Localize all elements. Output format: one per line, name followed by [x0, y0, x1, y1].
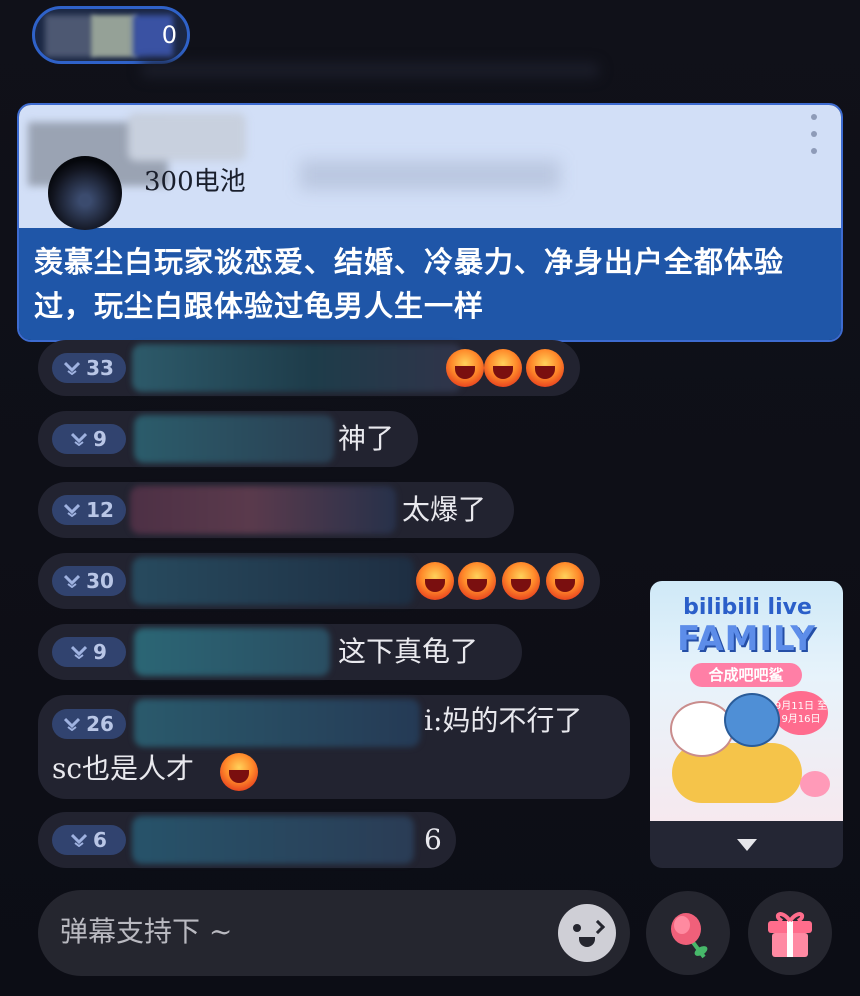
- promo-subtitle: 合成吧吧鲨: [690, 663, 802, 687]
- blurred-avatar: [45, 15, 95, 57]
- blurred-username: [132, 344, 462, 392]
- danmaku-row[interactable]: 6 6: [38, 812, 456, 868]
- promo-title: bilibili live: [683, 595, 812, 620]
- blurred-username: [130, 486, 396, 534]
- danmaku-input-placeholder: 弹幕支持下 ~: [60, 915, 233, 948]
- danmaku-row[interactable]: 33: [38, 340, 580, 396]
- blurred-username: [134, 415, 334, 463]
- danmaku-row[interactable]: 12 太爆了: [38, 482, 514, 538]
- danmaku-text-line2: sc也是人才: [52, 752, 195, 785]
- danmaku-row[interactable]: 26 i:妈的不行了 sc也是人才: [38, 695, 630, 799]
- fan-medal-level: 6: [93, 828, 107, 852]
- gift-box-button[interactable]: [748, 891, 832, 975]
- avatar-image: [48, 156, 122, 230]
- faded-chat-line: [140, 62, 600, 78]
- danmaku-row[interactable]: 30: [38, 553, 600, 609]
- fan-medal-level: 33: [86, 356, 114, 380]
- laughing-emoji-icon: [526, 349, 564, 387]
- fan-medal-chevron-icon: [64, 361, 81, 375]
- superchat-message: 羡慕尘白玩家谈恋爱、结婚、冷暴力、净身出户全都体验过，玩尘白跟体验过龟男人生一样: [34, 245, 785, 323]
- fan-medal-level: 9: [93, 640, 107, 664]
- fan-medal-chevron-icon: [64, 717, 81, 731]
- superchat-avatar[interactable]: [28, 122, 168, 230]
- danmaku-text: i:妈的不行了: [424, 704, 583, 737]
- danmaku-input[interactable]: 弹幕支持下 ~: [38, 890, 630, 976]
- top-user-tail-text: 0: [161, 21, 177, 49]
- blurred-username: [132, 557, 414, 605]
- rose-gift-icon: [671, 913, 708, 959]
- live-chat-screen: 0 300电池 羡慕尘白玩家谈恋爱、结婚、冷暴力、净身出户全都体验过，玩尘白跟体…: [0, 0, 860, 996]
- danmaku-row[interactable]: 9 这下真龟了: [38, 624, 522, 680]
- fan-medal-badge: 12: [52, 495, 126, 525]
- chevron-down-icon: [736, 838, 757, 851]
- blurred-username: [134, 628, 330, 676]
- promo-banner[interactable]: bilibili live FAMILY 合成吧吧鲨 9月11日 至9月16日: [650, 581, 843, 868]
- blurred-username: [134, 699, 420, 747]
- fan-medal-badge: 9: [52, 637, 126, 667]
- laughing-emoji-icon: [546, 562, 584, 600]
- fan-medal-level: 30: [86, 569, 114, 593]
- laughing-emoji-icon: [416, 562, 454, 600]
- fan-medal-level: 26: [86, 712, 114, 736]
- fan-medal-badge: 26: [52, 709, 126, 739]
- superchat-price: 300电池: [144, 167, 246, 197]
- rose-gift-button[interactable]: [646, 891, 730, 975]
- danmaku-text: 这下真龟了: [338, 635, 479, 668]
- laughing-emoji-icon: [502, 562, 540, 600]
- fan-medal-chevron-icon: [64, 503, 81, 517]
- blurred-username: [128, 113, 246, 161]
- white-mascot-illustration: [670, 701, 734, 757]
- blue-mascot-illustration: [724, 693, 780, 747]
- emoji-face-icon[interactable]: [558, 904, 616, 962]
- promo-family-title: FAMILY: [676, 619, 817, 659]
- danmaku-text: 太爆了: [402, 493, 487, 526]
- danmaku-text: 神了: [338, 422, 395, 455]
- danmaku-row[interactable]: 9 神了: [38, 411, 418, 467]
- heart-icon: [800, 771, 830, 797]
- faded-chat-ghost: [300, 160, 560, 190]
- fan-medal-chevron-icon: [71, 833, 88, 847]
- fan-medal-chevron-icon: [71, 645, 88, 659]
- fan-medal-level: 12: [86, 498, 114, 522]
- crying-laughing-emoji-icon: [220, 753, 258, 791]
- promo-image[interactable]: bilibili live FAMILY 合成吧吧鲨 9月11日 至9月16日: [650, 581, 843, 821]
- fan-medal-chevron-icon: [64, 574, 81, 588]
- fan-medal-badge: 33: [52, 353, 126, 383]
- fan-medal-badge: 6: [52, 825, 126, 855]
- blurred-username: [132, 816, 414, 864]
- promo-date-badge: 9月11日 至9月16日: [774, 691, 828, 735]
- laughing-emoji-icon: [484, 349, 522, 387]
- more-vertical-icon[interactable]: [806, 114, 822, 154]
- laughing-emoji-icon: [446, 349, 484, 387]
- danmaku-text: 6: [424, 823, 442, 856]
- blurred-name: [91, 15, 137, 57]
- fan-medal-chevron-icon: [71, 432, 88, 446]
- promo-expand-button[interactable]: [650, 821, 843, 868]
- fan-medal-level: 9: [93, 427, 107, 451]
- gift-box-icon: [768, 912, 812, 957]
- fan-medal-badge: 9: [52, 424, 126, 454]
- top-user-pill[interactable]: 0: [32, 6, 190, 64]
- fan-medal-badge: 30: [52, 566, 126, 596]
- laughing-emoji-icon: [458, 562, 496, 600]
